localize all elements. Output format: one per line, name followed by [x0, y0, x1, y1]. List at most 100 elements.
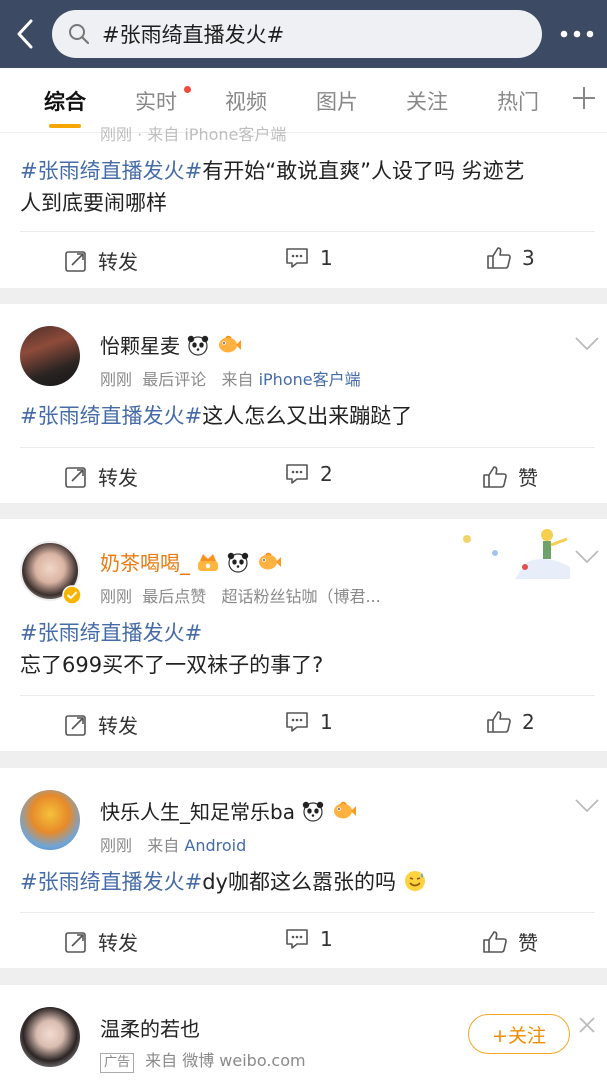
search-input[interactable]	[102, 22, 502, 46]
hashtag-link[interactable]: #张雨绮直播发火#	[20, 159, 202, 183]
chevron-down-icon[interactable]	[574, 336, 600, 352]
thumbs-up-icon	[487, 711, 511, 733]
repost-icon	[65, 466, 86, 488]
username-text: 温柔的若也	[100, 1017, 200, 1041]
close-icon[interactable]	[578, 1016, 596, 1034]
top-bar	[0, 0, 607, 68]
like-button[interactable]: 3	[486, 246, 535, 270]
post-card: 怡颗星麦 刚刚 最后评论 来自 iPhone客户端 #张雨绮直播发火#这人怎么又…	[0, 304, 607, 503]
post-text: #张雨绮直播发火#这人怎么又出来蹦跶了	[20, 400, 595, 432]
panda-badge-icon	[227, 552, 249, 573]
like-button[interactable]: 2	[486, 710, 535, 734]
comment-icon	[286, 248, 308, 268]
decoration-little-prince-image	[463, 529, 570, 579]
post-meta: 刚刚 来自 Android	[100, 832, 246, 856]
comment-count: 1	[320, 710, 333, 734]
repost-icon	[65, 931, 86, 953]
comment-button[interactable]: 1	[284, 927, 333, 951]
username-text: 怡颗星麦	[100, 334, 180, 358]
avatar[interactable]	[20, 790, 80, 850]
post-source: Android	[184, 836, 247, 855]
like-count: 3	[522, 246, 535, 270]
add-tab-icon[interactable]	[570, 84, 598, 112]
avatar[interactable]	[20, 326, 80, 386]
post-card: 快乐人生_知足常乐ba 刚刚 来自 Android #张雨绮直播发火#dy咖都这…	[0, 768, 607, 968]
post-from: 来自	[147, 836, 180, 855]
comment-icon	[286, 929, 308, 949]
chevron-down-icon[interactable]	[574, 549, 600, 565]
repost-button[interactable]: 转发	[64, 927, 138, 956]
post-meta: 刚刚 · 来自 iPhone客户端	[100, 125, 287, 144]
post-text: #张雨绮直播发火# 忘了699买不了一双袜子的事了?	[20, 617, 595, 681]
tab-realtime[interactable]: 实时	[135, 86, 177, 116]
post-text-body: 忘了699买不了一双袜子的事了?	[20, 653, 324, 677]
post-text-line: 有开始“敢说直爽”人设了吗 劣迹艺	[202, 159, 525, 183]
back-button[interactable]	[8, 14, 42, 54]
username[interactable]: 奶茶喝喝_	[100, 547, 282, 576]
verified-badge-icon	[62, 585, 82, 605]
comment-button[interactable]: 1	[284, 710, 333, 734]
fish-badge-icon	[259, 552, 281, 569]
back-arrow-icon	[17, 19, 33, 49]
post-time: 刚刚	[100, 836, 133, 855]
post-from: 来自	[145, 1051, 178, 1070]
post-source: 微博 weibo.com	[182, 1051, 306, 1070]
username-text: 快乐人生_知足常乐ba	[100, 800, 295, 824]
like-button[interactable]: 赞	[482, 927, 538, 956]
more-button[interactable]	[554, 20, 600, 48]
tab-hot[interactable]: 热门	[497, 86, 539, 116]
post-card: 奶茶喝喝_ 刚刚 最后点赞 超话粉丝钻咖（博君... #张雨绮直播发火# 忘了6…	[0, 519, 607, 751]
repost-label: 转发	[98, 466, 138, 490]
repost-label: 转发	[98, 250, 138, 274]
thumbs-up-icon	[487, 247, 511, 269]
comment-button[interactable]: 2	[284, 462, 333, 486]
post-meta: 广告 来自 微博 weibo.com	[100, 1047, 306, 1073]
more-dots-icon	[560, 30, 594, 38]
post-text-line: 人到底要闹哪样	[20, 191, 167, 215]
follow-button[interactable]: +关注	[468, 1014, 570, 1054]
repost-label: 转发	[98, 931, 138, 955]
tab-comprehensive[interactable]: 综合	[44, 86, 86, 116]
username[interactable]: 快乐人生_知足常乐ba	[100, 796, 357, 825]
repost-label: 转发	[98, 714, 138, 738]
like-label: 赞	[518, 466, 538, 490]
username-text: 奶茶喝喝_	[100, 551, 190, 575]
hashtag-link[interactable]: #张雨绮直播发火#	[20, 870, 202, 894]
active-tab-indicator	[49, 124, 81, 128]
repost-button[interactable]: 转发	[64, 710, 138, 739]
action-bar: 转发 1 2	[20, 695, 595, 751]
post-text-body: dy咖都这么嚣张的吗	[202, 870, 396, 894]
like-button[interactable]: 赞	[482, 462, 538, 491]
post-text: #张雨绮直播发火#有开始“敢说直爽”人设了吗 劣迹艺 人到底要闹哪样	[20, 155, 595, 219]
post-text: #张雨绮直播发火#dy咖都这么嚣张的吗	[20, 866, 595, 898]
comment-count: 1	[320, 927, 333, 951]
tab-images[interactable]: 图片	[316, 86, 358, 116]
tab-bar: 综合 实时 视频 图片 关注 热门	[0, 68, 607, 132]
post-source: iPhone客户端	[258, 370, 361, 389]
search-icon	[69, 24, 90, 45]
hashtag-link[interactable]: #张雨绮直播发火#	[20, 621, 202, 645]
repost-button[interactable]: 转发	[64, 462, 138, 491]
repost-button[interactable]: 转发	[64, 246, 138, 275]
username[interactable]: 温柔的若也	[100, 1013, 200, 1042]
action-bar: 转发 1 赞	[20, 912, 595, 968]
post-meta: 刚刚 最后评论 来自 iPhone客户端	[100, 366, 361, 390]
chevron-down-icon[interactable]	[574, 798, 600, 814]
thumbs-up-icon	[483, 930, 507, 953]
avatar[interactable]	[20, 1007, 80, 1067]
sweat-smile-emoji-icon	[404, 871, 425, 891]
hashtag-link[interactable]: #张雨绮直播发火#	[20, 404, 202, 428]
like-label: 赞	[518, 931, 538, 955]
post-text-body: 这人怎么又出来蹦跶了	[202, 404, 413, 428]
comment-count: 2	[320, 462, 333, 486]
thumbs-up-icon	[483, 465, 507, 488]
action-bar: 转发 1 3	[20, 231, 595, 287]
comment-button[interactable]: 1	[284, 246, 333, 270]
search-box[interactable]	[52, 10, 542, 58]
tab-video[interactable]: 视频	[225, 86, 267, 116]
username[interactable]: 怡颗星麦	[100, 330, 242, 359]
tab-following[interactable]: 关注	[406, 86, 448, 116]
post-action: 最后评论	[142, 370, 207, 389]
fish-badge-icon	[219, 335, 241, 352]
comment-icon	[286, 712, 308, 732]
